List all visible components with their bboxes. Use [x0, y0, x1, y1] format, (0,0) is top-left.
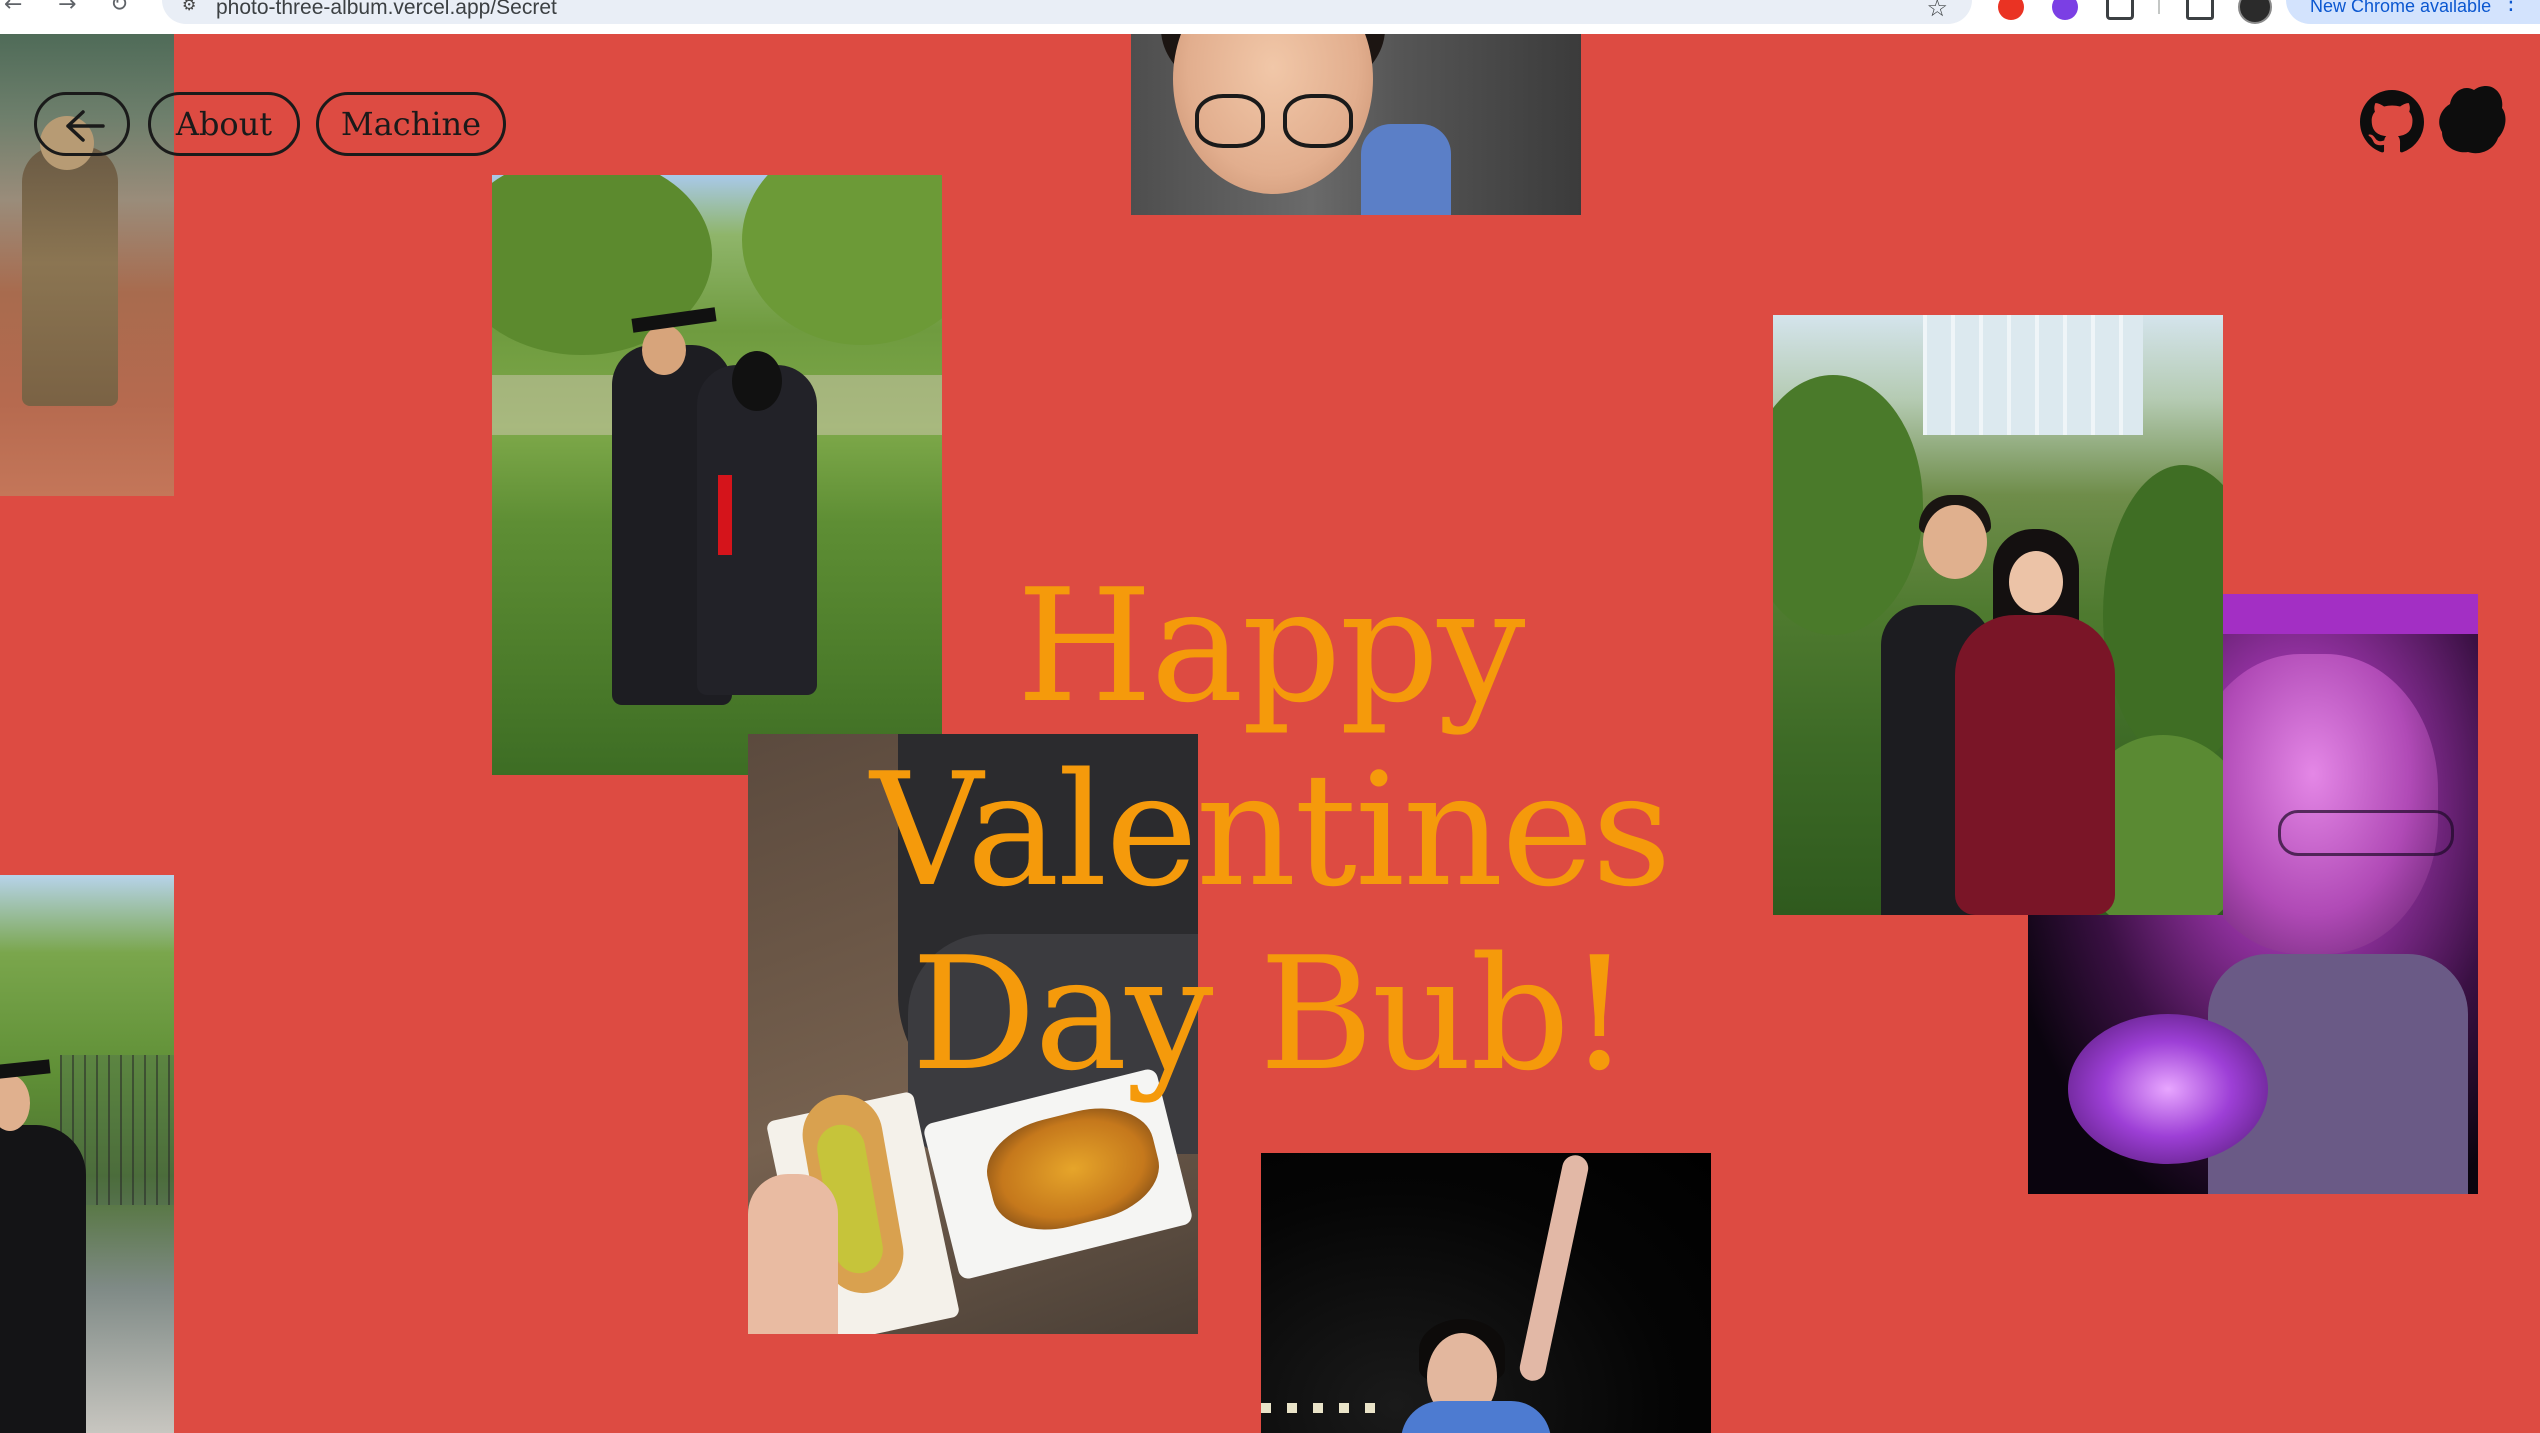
photo-sky	[2218, 594, 2478, 634]
photo-tassel	[718, 475, 732, 555]
photo-hand	[748, 1174, 838, 1334]
extensions-puzzle-icon[interactable]	[2106, 0, 2134, 20]
photo-lights	[1261, 1403, 1381, 1413]
photo-raised-arm	[1517, 1153, 1591, 1384]
photo-tree	[742, 175, 942, 345]
title-line-1: Happy Valentines	[870, 555, 1671, 921]
url-text[interactable]: photo-three-album.vercel.app/Secret	[216, 0, 557, 20]
photo-tennis-court-path[interactable]	[0, 875, 174, 1433]
page-canvas: About Machine Happy Valentines Day Bub!	[0, 34, 2540, 1433]
extension-purple-icon[interactable]	[2052, 0, 2078, 20]
photo-flower	[2068, 1014, 2268, 1164]
github-icon[interactable]	[2360, 90, 2424, 154]
chrome-update-button[interactable]: New Chrome available ⋮	[2286, 0, 2540, 24]
menu-dots-icon[interactable]: ⋮	[2500, 0, 2522, 15]
bookmark-star-icon[interactable]: ☆	[1926, 0, 1948, 22]
back-button[interactable]	[34, 92, 130, 156]
toolbar-divider	[2158, 0, 2160, 14]
site-settings-icon[interactable]: ⚙	[182, 0, 200, 13]
photo-face	[2009, 551, 2063, 613]
photo-glasses	[2278, 810, 2454, 856]
photo-foliage	[2103, 465, 2223, 765]
photo-figure	[22, 146, 118, 406]
photo-dress	[1955, 615, 2115, 915]
photo-selfie-glasses[interactable]	[1131, 34, 1581, 215]
photo-head	[642, 325, 686, 375]
back-nav-icon[interactable]: ←	[4, 0, 22, 17]
forward-nav-icon[interactable]: →	[58, 0, 76, 17]
update-label: New Chrome available	[2310, 0, 2492, 16]
extension-red-icon[interactable]	[1998, 0, 2024, 20]
photo-glasshouse	[1923, 315, 2143, 435]
photo-head	[0, 1075, 30, 1131]
photo-shirt	[1361, 124, 1451, 215]
profile-avatar[interactable]	[2238, 0, 2272, 24]
machine-button[interactable]: Machine	[316, 92, 506, 156]
browser-toolbar: ← → ↻ ⚙ photo-three-album.vercel.app/Sec…	[0, 0, 2540, 34]
photo-face	[2188, 654, 2438, 954]
photo-night-selfie[interactable]	[1261, 1153, 1711, 1433]
photo-head	[732, 351, 782, 411]
about-button[interactable]: About	[148, 92, 300, 156]
blob-logo-icon[interactable]	[2436, 82, 2508, 156]
photo-cap	[0, 1059, 51, 1081]
page-title: Happy Valentines Day Bub!	[600, 554, 1940, 1106]
reload-icon[interactable]: ↻	[110, 0, 128, 17]
photo-shirt	[1401, 1401, 1551, 1433]
photo-gown	[0, 1125, 86, 1433]
arrow-left-icon	[66, 110, 105, 142]
address-bar[interactable]: ⚙ photo-three-album.vercel.app/Secret ☆	[162, 0, 1972, 24]
photo-glasses	[1195, 94, 1355, 148]
title-line-2: Day Bub!	[911, 923, 1630, 1105]
side-panel-icon[interactable]	[2186, 0, 2214, 20]
photo-tree	[492, 175, 712, 355]
